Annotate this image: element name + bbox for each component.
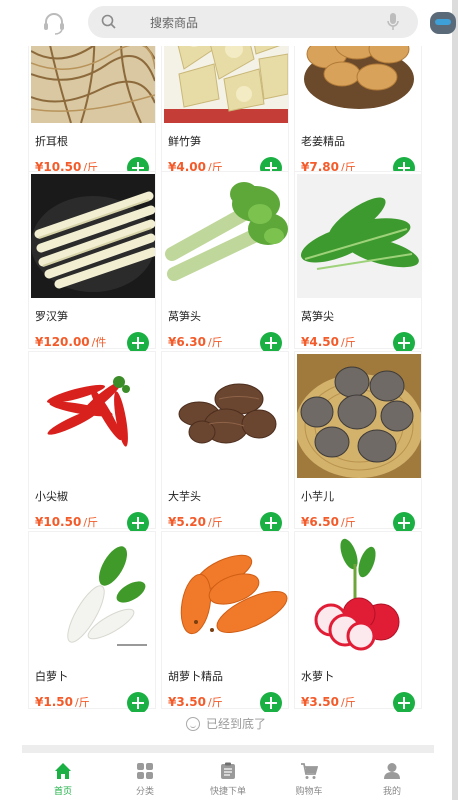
product-price: ¥3.50/斤	[168, 695, 223, 709]
cart-icon	[300, 762, 319, 780]
product-name: 大芋头	[168, 490, 201, 503]
add-to-cart-button[interactable]	[127, 692, 149, 712]
message-icon[interactable]	[430, 12, 456, 34]
product-name: 水萝卜	[301, 670, 334, 683]
divider	[22, 745, 434, 753]
tab-label: 购物车	[295, 787, 323, 797]
headset-icon[interactable]	[40, 9, 68, 37]
smile-icon	[185, 717, 200, 731]
product-price: ¥6.50/斤	[301, 515, 356, 529]
product-price: ¥6.30/斤	[168, 335, 223, 349]
microphone-icon[interactable]	[386, 12, 400, 32]
category-grid-icon	[136, 762, 154, 780]
tab-home[interactable]: 首页	[28, 756, 98, 800]
product-image[interactable]	[297, 354, 421, 478]
product-price: ¥10.50/斤	[35, 515, 99, 529]
tab-profile[interactable]: 我的	[357, 756, 427, 800]
product-image[interactable]	[164, 174, 288, 298]
product-card[interactable]: 罗汉笋 ¥120.00/件	[28, 171, 156, 354]
clipboard-icon	[219, 762, 237, 780]
product-name: 折耳根	[35, 135, 68, 148]
product-image[interactable]	[164, 534, 288, 658]
product-price: ¥4.50/斤	[301, 335, 356, 349]
home-icon	[54, 762, 72, 780]
product-card[interactable]: 水萝卜 ¥3.50/斤	[294, 531, 422, 712]
tab-label: 快捷下单	[209, 787, 246, 797]
product-image[interactable]	[31, 354, 155, 478]
product-card[interactable]: 胡萝卜精品 ¥3.50/斤	[161, 531, 289, 712]
tab-quick-order[interactable]: 快捷下单	[193, 756, 263, 800]
product-name: 胡萝卜精品	[168, 670, 223, 683]
top-bar: 搜索商品	[0, 0, 456, 46]
search-input[interactable]: 搜索商品	[150, 14, 198, 31]
user-icon	[383, 762, 401, 780]
tab-cart[interactable]: 购物车	[274, 756, 344, 800]
product-card[interactable]: 小芋儿 ¥6.50/斤	[294, 351, 422, 534]
product-image[interactable]	[297, 174, 421, 298]
product-name: 罗汉笋	[35, 310, 68, 323]
product-image[interactable]	[31, 534, 155, 658]
product-name: 小尖椒	[35, 490, 68, 503]
tab-category[interactable]: 分类	[110, 756, 180, 800]
add-to-cart-button[interactable]	[393, 692, 415, 712]
product-name: 老姜精品	[301, 135, 345, 148]
product-price: ¥5.20/斤	[168, 515, 223, 529]
product-card[interactable]: 大芋头 ¥5.20/斤	[161, 351, 289, 534]
tab-label: 首页	[53, 787, 72, 797]
product-name: 白萝卜	[35, 670, 68, 683]
product-image[interactable]	[297, 534, 421, 658]
end-of-list-note: 已经到底了	[0, 715, 452, 732]
product-card[interactable]: 莴笋尖 ¥4.50/斤	[294, 171, 422, 354]
product-name: 莴笋尖	[301, 310, 334, 323]
product-image[interactable]	[31, 174, 155, 298]
product-name: 鲜竹笋	[168, 135, 201, 148]
product-price: ¥1.50/斤	[35, 695, 90, 709]
tab-label: 分类	[135, 787, 154, 797]
search-icon	[100, 13, 118, 31]
product-name: 莴笋头	[168, 310, 201, 323]
bottom-tab-bar: 首页 分类 快捷下单 购物车 我的	[0, 756, 452, 800]
product-price: ¥120.00/件	[35, 335, 107, 349]
product-card[interactable]: 莴笋头 ¥6.30/斤	[161, 171, 289, 354]
search-bar[interactable]: 搜索商品	[88, 6, 418, 38]
tab-label: 我的	[382, 787, 401, 797]
product-price: ¥3.50/斤	[301, 695, 356, 709]
product-name: 小芋儿	[301, 490, 334, 503]
add-to-cart-button[interactable]	[260, 692, 282, 712]
product-card[interactable]: 白萝卜 ¥1.50/斤	[28, 531, 156, 712]
product-image[interactable]	[164, 354, 288, 478]
product-grid: 折耳根 ¥10.50/斤 鲜竹笋 ¥4.00/斤 老姜精品 ¥7.80 /斤 罗…	[28, 0, 426, 712]
product-card[interactable]: 小尖椒 ¥10.50/斤	[28, 351, 156, 534]
